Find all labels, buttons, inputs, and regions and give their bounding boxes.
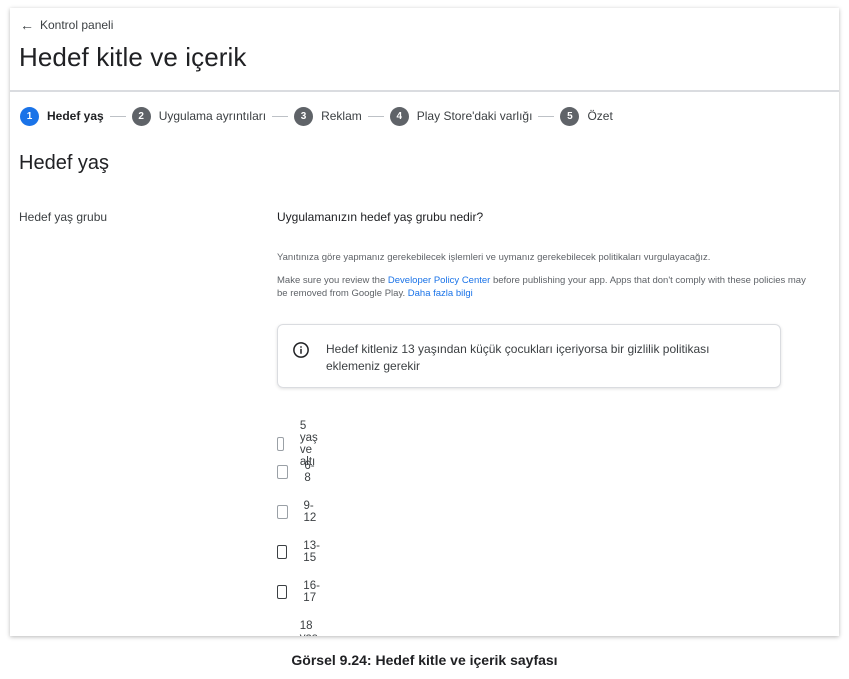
option-label: 18 yaş ve üstü [299,620,318,636]
step-label: Play Store'daki varlığı [416,109,533,123]
option-label: 13-15 [303,540,320,564]
option-13-15[interactable]: 13-15 [277,540,324,564]
field-label: Hedef yaş grubu [19,210,108,224]
checkbox[interactable] [277,505,288,519]
age-group-content: Uygulamanızın hedef yaş grubu nedir? Yan… [277,210,817,636]
back-link-label: Kontrol paneli [40,18,114,32]
option-label: 9-12 [303,500,317,524]
step-number: 3 [294,106,314,126]
step-number: 2 [131,106,151,126]
option-label: 16-17 [303,580,320,604]
step-hedef-yas[interactable]: 1 Hedef yaş [20,106,104,126]
arrow-left-icon: ← [20,17,34,33]
policy-prefix: Make sure you review the [277,275,388,286]
step-label: Özet [587,109,613,123]
option-6-8[interactable]: 6-8 [277,460,317,484]
step-label: Reklam [321,109,362,123]
page-title: Hedef kitle ve içerik [19,42,247,72]
step-connector [367,115,384,117]
step-uygulama-ayrintilari[interactable]: 2 Uygulama ayrıntıları [131,106,267,126]
question-text: Uygulamanızın hedef yaş grubu nedir? [277,210,484,224]
page-header: ← Kontrol paneli Hedef kitle ve içerik [10,8,839,92]
step-connector [538,115,555,117]
step-connector [109,115,126,117]
option-9-12[interactable]: 9-12 [277,500,320,524]
option-16-17[interactable]: 16-17 [277,580,324,604]
step-connector [272,115,289,117]
hint-text: Yanıtınıza göre yapmanız gerekebilecek i… [277,252,711,263]
step-label: Uygulama ayrıntıları [158,109,267,123]
app-window: ← Kontrol paneli Hedef kitle ve içerik 1… [10,8,839,636]
info-card: Hedef kitleniz 13 yaşından küçük çocukla… [277,324,781,388]
policy-text: Make sure you review the Developer Polic… [277,274,807,300]
section-title: Hedef yaş [19,152,110,174]
step-number: 1 [20,106,39,126]
option-label: 6-8 [304,460,315,484]
step-reklam[interactable]: 3 Reklam [294,106,362,126]
step-number: 4 [389,106,409,126]
stepper: 1 Hedef yaş 2 Uygulama ayrıntıları 3 Rek… [20,106,613,126]
step-ozet[interactable]: 5 Özet [560,106,613,126]
info-circle-icon [293,342,309,358]
checkbox[interactable] [277,465,289,479]
checkbox[interactable] [277,585,288,599]
step-label: Hedef yaş [47,109,104,123]
learn-more-link[interactable]: Daha fazla bilgi [408,288,473,299]
checkbox[interactable] [277,437,284,451]
step-play-store-varligi[interactable]: 4 Play Store'daki varlığı [389,106,533,126]
step-number: 5 [560,106,580,126]
info-text: Hedef kitleniz 13 yaşından küçük çocukla… [326,342,710,373]
developer-policy-center-link[interactable]: Developer Policy Center [388,275,490,286]
back-link[interactable]: ← Kontrol paneli [20,18,113,32]
figure-caption: Görsel 9.24: Hedef kitle ve içerik sayfa… [291,652,558,668]
option-18-and-over[interactable]: 18 yaş ve üstü [277,620,329,636]
checkbox[interactable] [277,545,288,559]
